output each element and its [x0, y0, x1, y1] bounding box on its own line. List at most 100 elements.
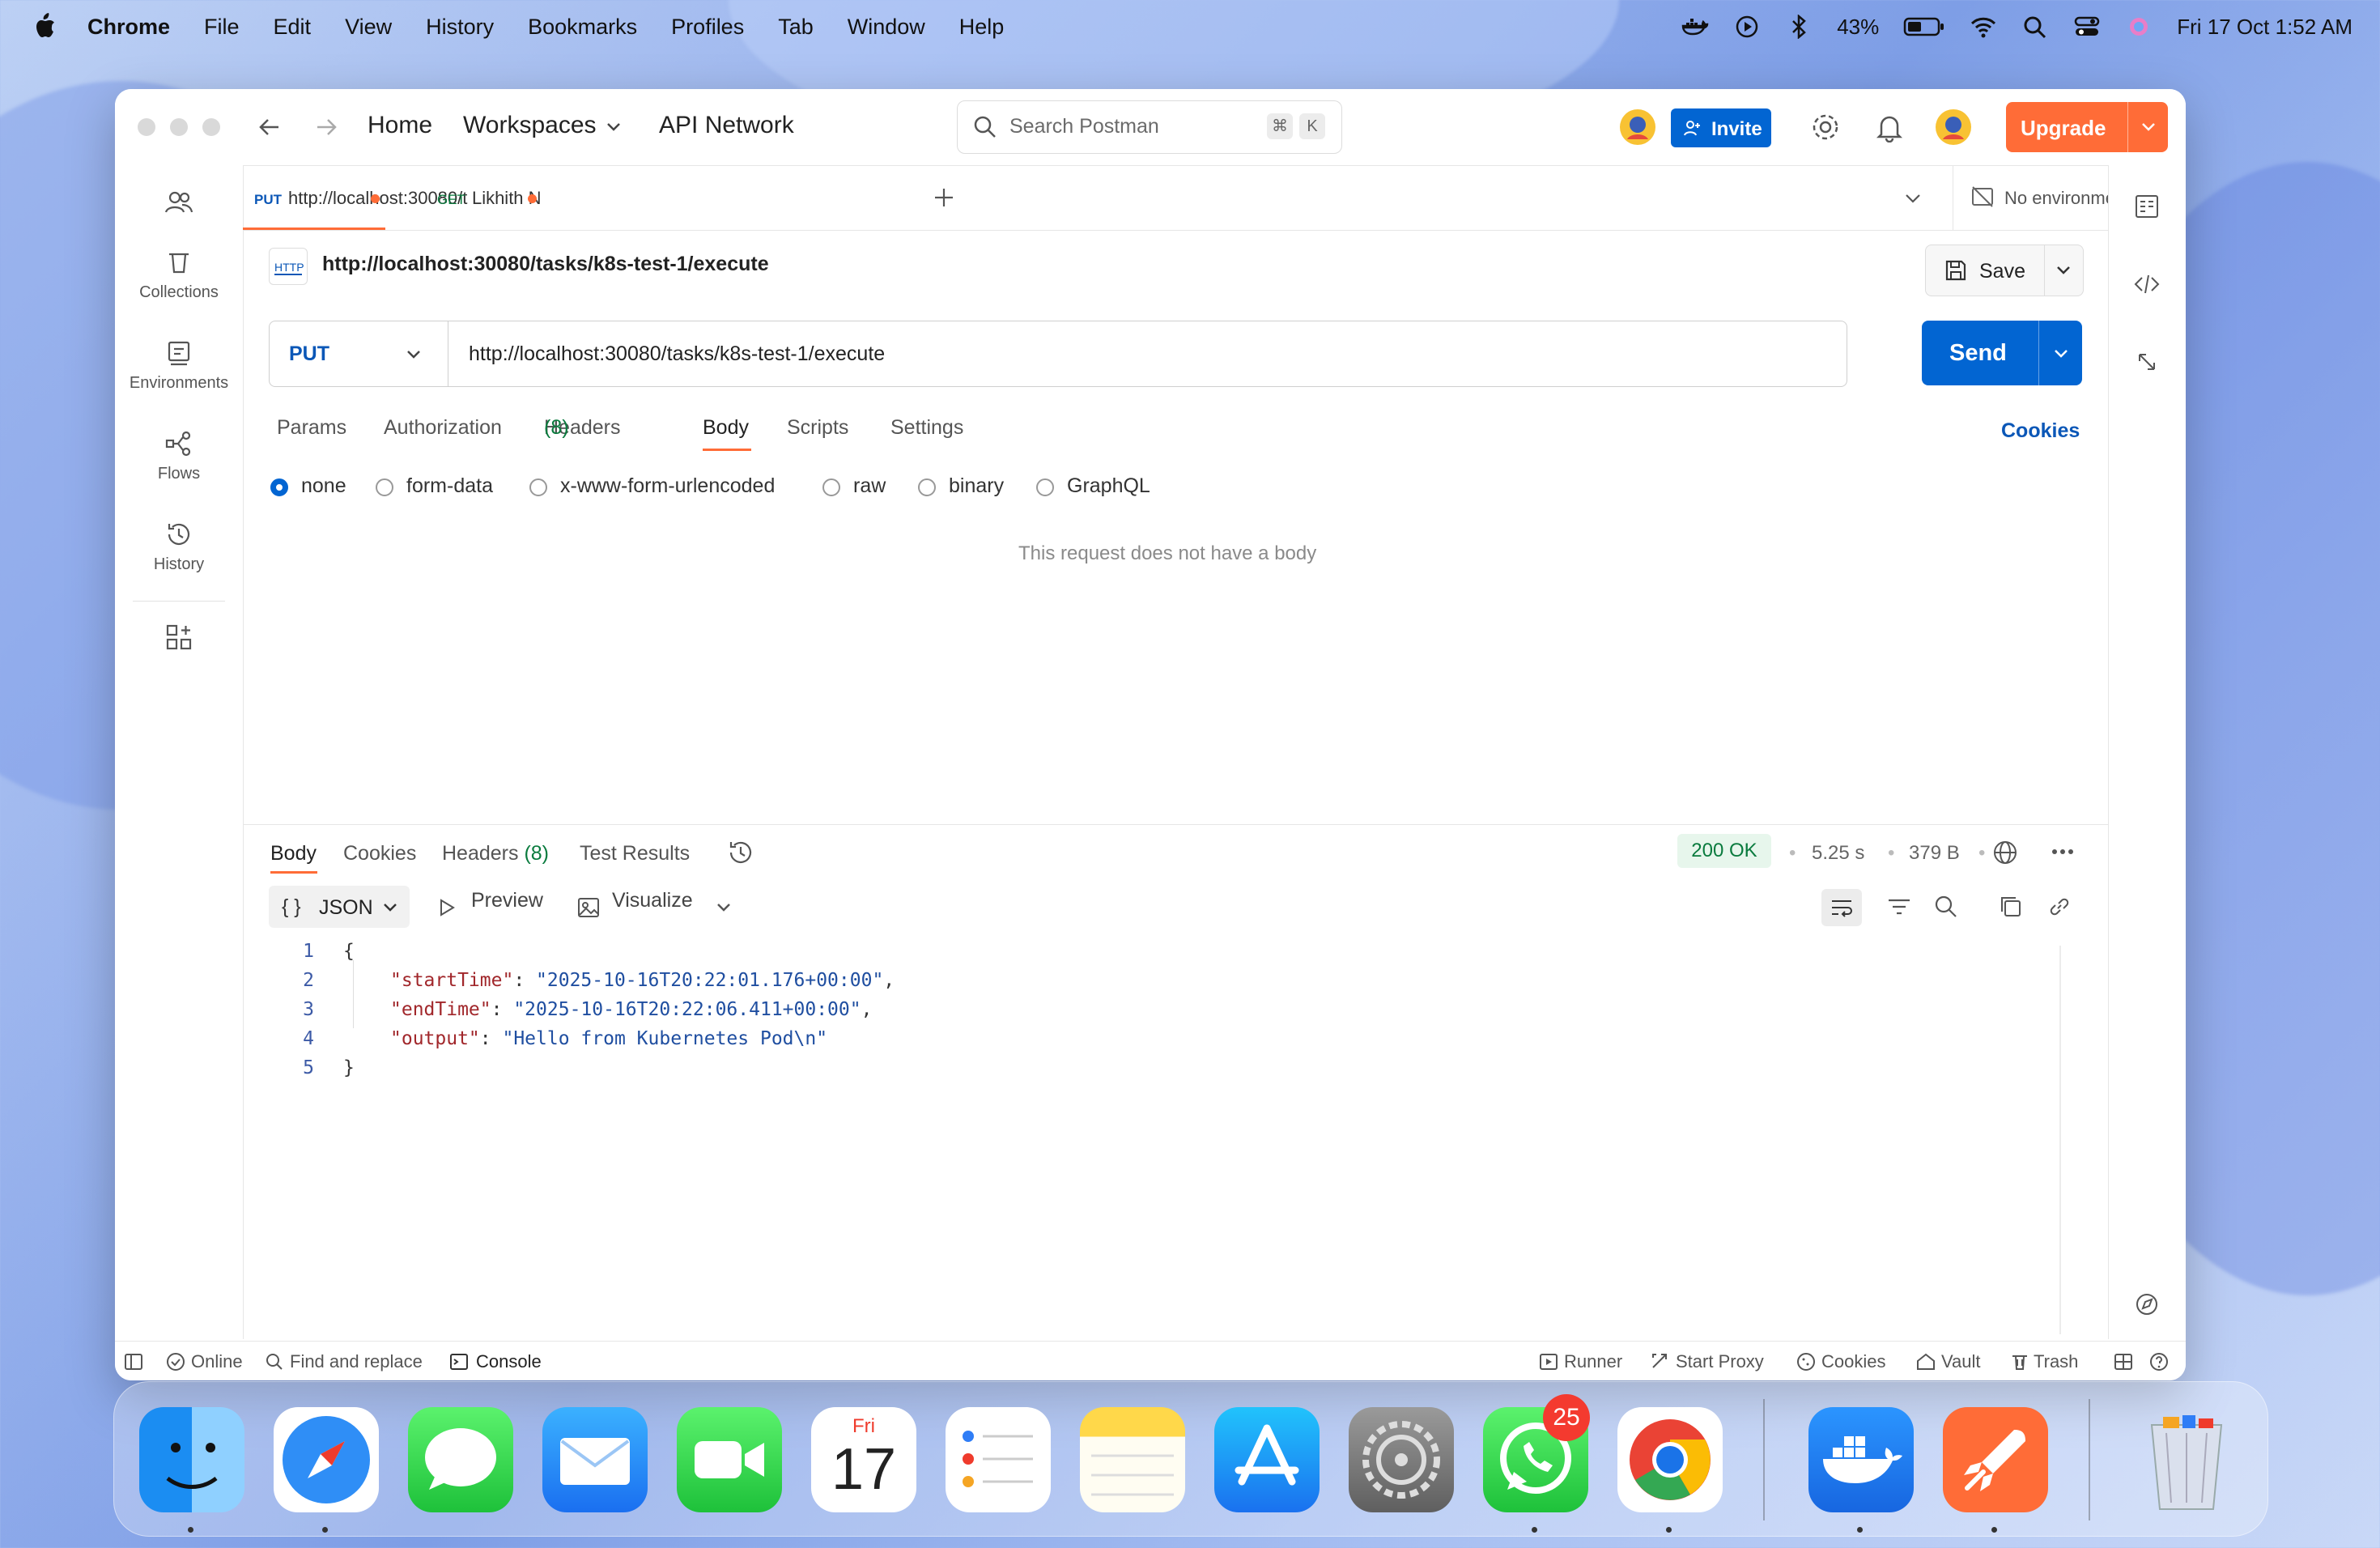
menu-help[interactable]: Help [959, 15, 1005, 40]
home-link[interactable]: Home [368, 112, 432, 139]
response-tab-body[interactable]: Body [270, 842, 317, 865]
menu-file[interactable]: File [204, 15, 240, 40]
gear-icon[interactable] [1810, 112, 1841, 142]
control-center-icon[interactable] [2073, 15, 2101, 39]
battery-icon[interactable] [1903, 15, 1945, 38]
user-avatar-icon[interactable] [1933, 107, 1974, 147]
body-type-graphql[interactable]: GraphQL [1036, 474, 1150, 498]
console-button[interactable]: Console [476, 1351, 542, 1372]
team-avatar-icon[interactable] [1617, 107, 1658, 147]
calendar-app-icon[interactable]: Fri 17 [811, 1407, 916, 1512]
close-window-button[interactable] [138, 118, 155, 136]
plus-icon[interactable] [933, 186, 955, 209]
notes-app-icon[interactable] [1080, 1407, 1185, 1512]
tab-settings[interactable]: Settings [890, 416, 963, 440]
menu-view[interactable]: View [345, 15, 392, 40]
tab-get-request[interactable]: GET Likhith N [437, 165, 559, 230]
menu-clock[interactable]: Fri 17 Oct 1:52 AM [2177, 15, 2352, 40]
messages-app-icon[interactable] [408, 1407, 513, 1512]
help-icon[interactable] [2148, 1351, 2170, 1372]
configure-sidebar-icon[interactable] [165, 623, 193, 651]
history-icon[interactable] [727, 839, 754, 866]
globe-icon[interactable] [1991, 839, 2019, 866]
status-badge[interactable]: 200 OK [1677, 834, 1771, 868]
request-breadcrumb[interactable]: http://localhost:30080/tasks/k8s-test-1/… [322, 253, 769, 276]
tab-scripts[interactable]: Scripts [787, 416, 848, 440]
workspaces-menu[interactable]: Workspaces [463, 112, 597, 139]
forward-arrow-icon[interactable] [314, 115, 338, 139]
chevron-down-icon[interactable] [2055, 265, 2072, 276]
copy-icon[interactable] [1998, 894, 2024, 920]
zoom-window-button[interactable] [202, 118, 220, 136]
docker-status-icon[interactable] [1681, 15, 1709, 39]
response-time[interactable]: 5.25 s [1812, 842, 1864, 865]
body-type-raw[interactable]: raw [822, 474, 886, 498]
body-type-none[interactable]: none [270, 474, 346, 498]
bluetooth-icon[interactable] [1785, 15, 1813, 39]
sidebar-item-flows[interactable]: Flows [115, 431, 243, 483]
menu-edit[interactable]: Edit [274, 15, 312, 40]
visualize-button[interactable]: Visualize [612, 889, 693, 912]
sidebar-item-collections[interactable]: Collections [115, 249, 243, 302]
spotlight-search-icon[interactable] [2021, 15, 2049, 39]
toggle-sidebar-icon[interactable] [123, 1351, 144, 1372]
tabs-overflow-chevron-icon[interactable] [1904, 193, 1922, 204]
siri-icon[interactable] [2125, 15, 2153, 39]
sidebar-item-history[interactable]: History [115, 521, 243, 574]
response-divider[interactable] [243, 824, 2108, 825]
chevron-down-icon[interactable] [2140, 121, 2157, 133]
code-icon[interactable] [2133, 270, 2161, 298]
expand-icon[interactable] [2133, 348, 2161, 376]
sidebar-item-team[interactable] [115, 189, 243, 223]
trash-button[interactable]: Trash [2034, 1351, 2078, 1372]
body-type-urlencoded[interactable]: x-www-form-urlencoded [529, 474, 775, 498]
menu-history[interactable]: History [426, 15, 494, 40]
menu-bookmarks[interactable]: Bookmarks [528, 15, 637, 40]
preview-button[interactable]: Preview [471, 889, 543, 912]
editor-scrollbar[interactable] [2059, 946, 2061, 1334]
safari-app-icon[interactable] [274, 1407, 379, 1512]
chevron-down-icon[interactable] [2053, 348, 2069, 359]
find-and-replace[interactable]: Find and replace [290, 1351, 423, 1372]
reminders-app-icon[interactable] [946, 1407, 1051, 1512]
wrap-lines-button[interactable] [1821, 889, 1862, 926]
send-button[interactable]: Send [1922, 321, 2082, 385]
vault-button[interactable]: Vault [1941, 1351, 1981, 1372]
method-select[interactable]: PUT [270, 321, 448, 386]
chevron-down-icon[interactable] [606, 121, 622, 133]
trash-app-icon[interactable] [2134, 1407, 2239, 1512]
chrome-app-icon[interactable] [1617, 1407, 1723, 1512]
menu-tab[interactable]: Tab [778, 15, 814, 40]
api-network-link[interactable]: API Network [659, 112, 794, 139]
finder-app-icon[interactable] [139, 1407, 244, 1512]
response-tab-test-results[interactable]: Test Results [580, 842, 690, 865]
menu-app-name[interactable]: Chrome [87, 15, 170, 40]
invite-button[interactable]: Invite [1671, 108, 1771, 147]
response-size[interactable]: 379 B [1909, 842, 1960, 865]
upgrade-button[interactable]: Upgrade [2006, 102, 2168, 152]
explore-icon[interactable] [2133, 1289, 2161, 1316]
menu-window[interactable]: Window [848, 15, 925, 40]
save-button[interactable]: Save [1925, 245, 2084, 296]
docker-app-icon[interactable] [1808, 1407, 1914, 1512]
url-input[interactable]: http://localhost:30080/tasks/k8s-test-1/… [469, 342, 885, 366]
cookies-link[interactable]: Cookies [2001, 419, 2080, 443]
back-arrow-icon[interactable] [257, 115, 282, 139]
search-icon[interactable] [1933, 894, 1959, 920]
online-status[interactable]: Online [191, 1351, 243, 1372]
mail-app-icon[interactable] [542, 1407, 648, 1512]
wifi-icon[interactable] [1970, 15, 1997, 39]
more-options-icon[interactable] [2050, 844, 2076, 860]
start-proxy-button[interactable]: Start Proxy [1676, 1351, 1764, 1372]
apple-icon[interactable] [32, 11, 57, 40]
chevron-down-icon[interactable] [716, 902, 732, 913]
environment-selector[interactable]: No environment [1967, 165, 2130, 230]
sidebar-item-environments[interactable]: Environments [115, 340, 243, 393]
response-tab-headers[interactable]: Headers (8) [442, 842, 549, 865]
filter-icon[interactable] [1886, 895, 1912, 920]
cookies-button[interactable]: Cookies [1821, 1351, 1885, 1372]
bell-icon[interactable] [1875, 112, 1904, 142]
body-type-binary[interactable]: binary [918, 474, 1004, 498]
play-status-icon[interactable] [1733, 15, 1761, 39]
menu-profiles[interactable]: Profiles [671, 15, 744, 40]
